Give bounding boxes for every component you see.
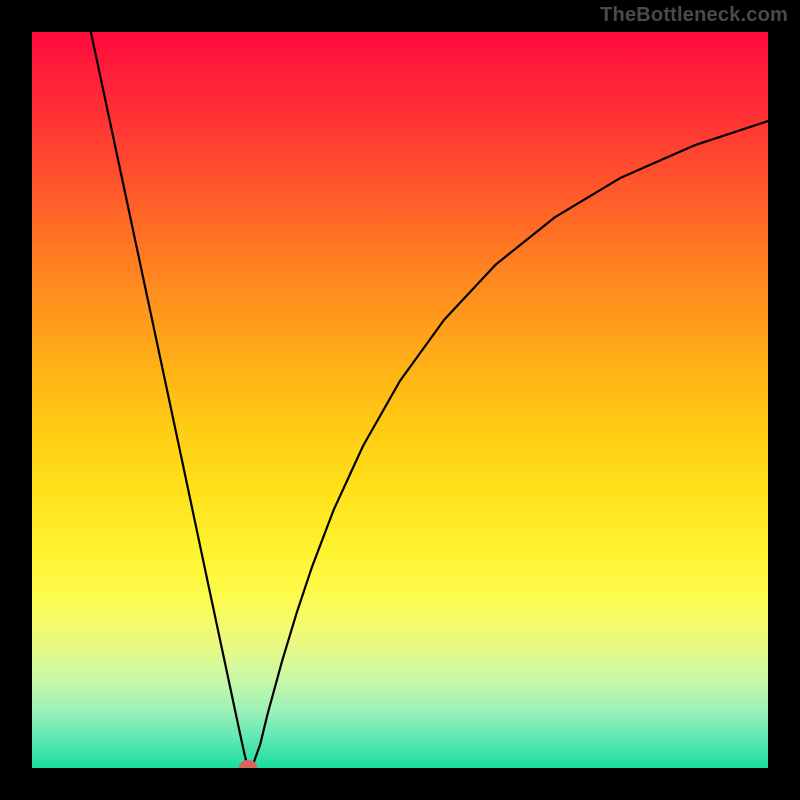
watermark-text: TheBottleneck.com [600,4,788,27]
bottleneck-curve-path [91,32,768,767]
bottleneck-curve-svg [32,32,768,768]
plot-area [32,32,768,768]
chart-frame: TheBottleneck.com [0,0,800,800]
optimum-marker [239,760,257,768]
